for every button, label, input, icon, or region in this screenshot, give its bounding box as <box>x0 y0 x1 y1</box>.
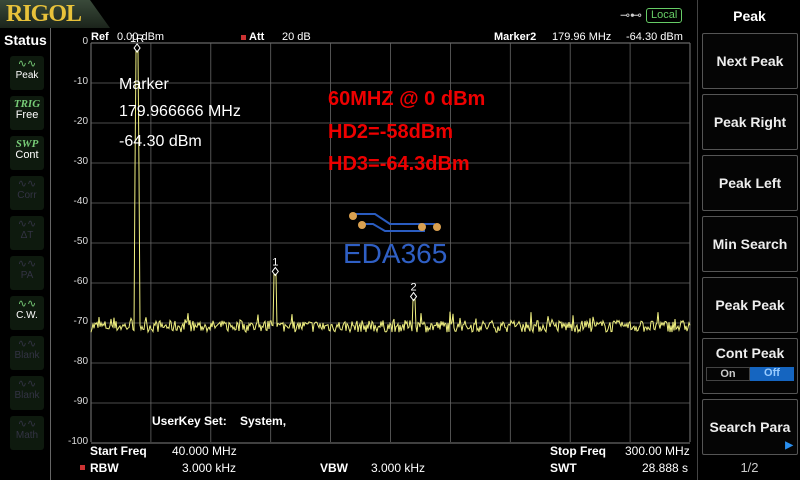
stop-freq-label: Stop Freq <box>550 444 606 458</box>
marker-box-freq: 179.966666 MHz <box>119 103 241 120</box>
swt-value[interactable]: 28.888 s <box>642 461 688 475</box>
marker-box-amp: -64.30 dBm <box>119 133 202 150</box>
cont-peak-toggle[interactable]: Cont Peak On Off <box>702 338 798 394</box>
next-peak-button[interactable]: Next Peak <box>702 33 798 89</box>
annotation-hd2: HD2=-58dBm <box>328 121 454 143</box>
page-indicator: 1/2 <box>740 460 759 475</box>
start-freq-value[interactable]: 40.000 MHz <box>172 444 237 458</box>
search-para-label: Search Para <box>709 419 791 435</box>
userkey-value: System, <box>240 414 287 428</box>
annotation-fundamental: 60MHZ @ 0 dBm <box>328 88 486 110</box>
marker-label: 2 <box>410 282 416 294</box>
marker-label: 1 <box>272 256 278 268</box>
start-freq-label: Start Freq <box>90 444 147 458</box>
rbw-value[interactable]: 3.000 kHz <box>182 461 236 475</box>
rbw-label: RBW <box>90 461 119 475</box>
submenu-arrow-icon: ▶ <box>785 440 793 451</box>
peak-peak-button[interactable]: Peak Peak <box>702 277 798 333</box>
search-para-button[interactable]: Search Para ▶ <box>702 399 798 455</box>
vbw-value[interactable]: 3.000 kHz <box>371 461 425 475</box>
vbw-label: VBW <box>320 461 348 475</box>
cont-peak-on[interactable]: On <box>706 367 750 381</box>
userkey-label: UserKey Set: <box>152 414 227 428</box>
stop-freq-value[interactable]: 300.00 MHz <box>625 444 690 458</box>
menu-title: Peak <box>733 8 766 24</box>
annotation-hd3: HD3=-64.3dBm <box>328 153 470 175</box>
softkey-menu: Peak Next Peak Peak Right Peak Left Min … <box>697 0 800 480</box>
marker-label: 1R <box>130 33 144 45</box>
marker-box-title: Marker <box>119 76 169 93</box>
cont-peak-label: Cont Peak <box>715 345 785 361</box>
peak-right-button[interactable]: Peak Right <box>702 94 798 150</box>
rbw-indicator-icon <box>80 465 85 470</box>
peak-left-button[interactable]: Peak Left <box>702 155 798 211</box>
min-search-button[interactable]: Min Search <box>702 216 798 272</box>
watermark: EDA365 <box>343 238 448 269</box>
pcb-trace-logo-icon <box>349 212 441 232</box>
cont-peak-off[interactable]: Off <box>750 367 794 381</box>
swt-label: SWT <box>550 461 577 475</box>
